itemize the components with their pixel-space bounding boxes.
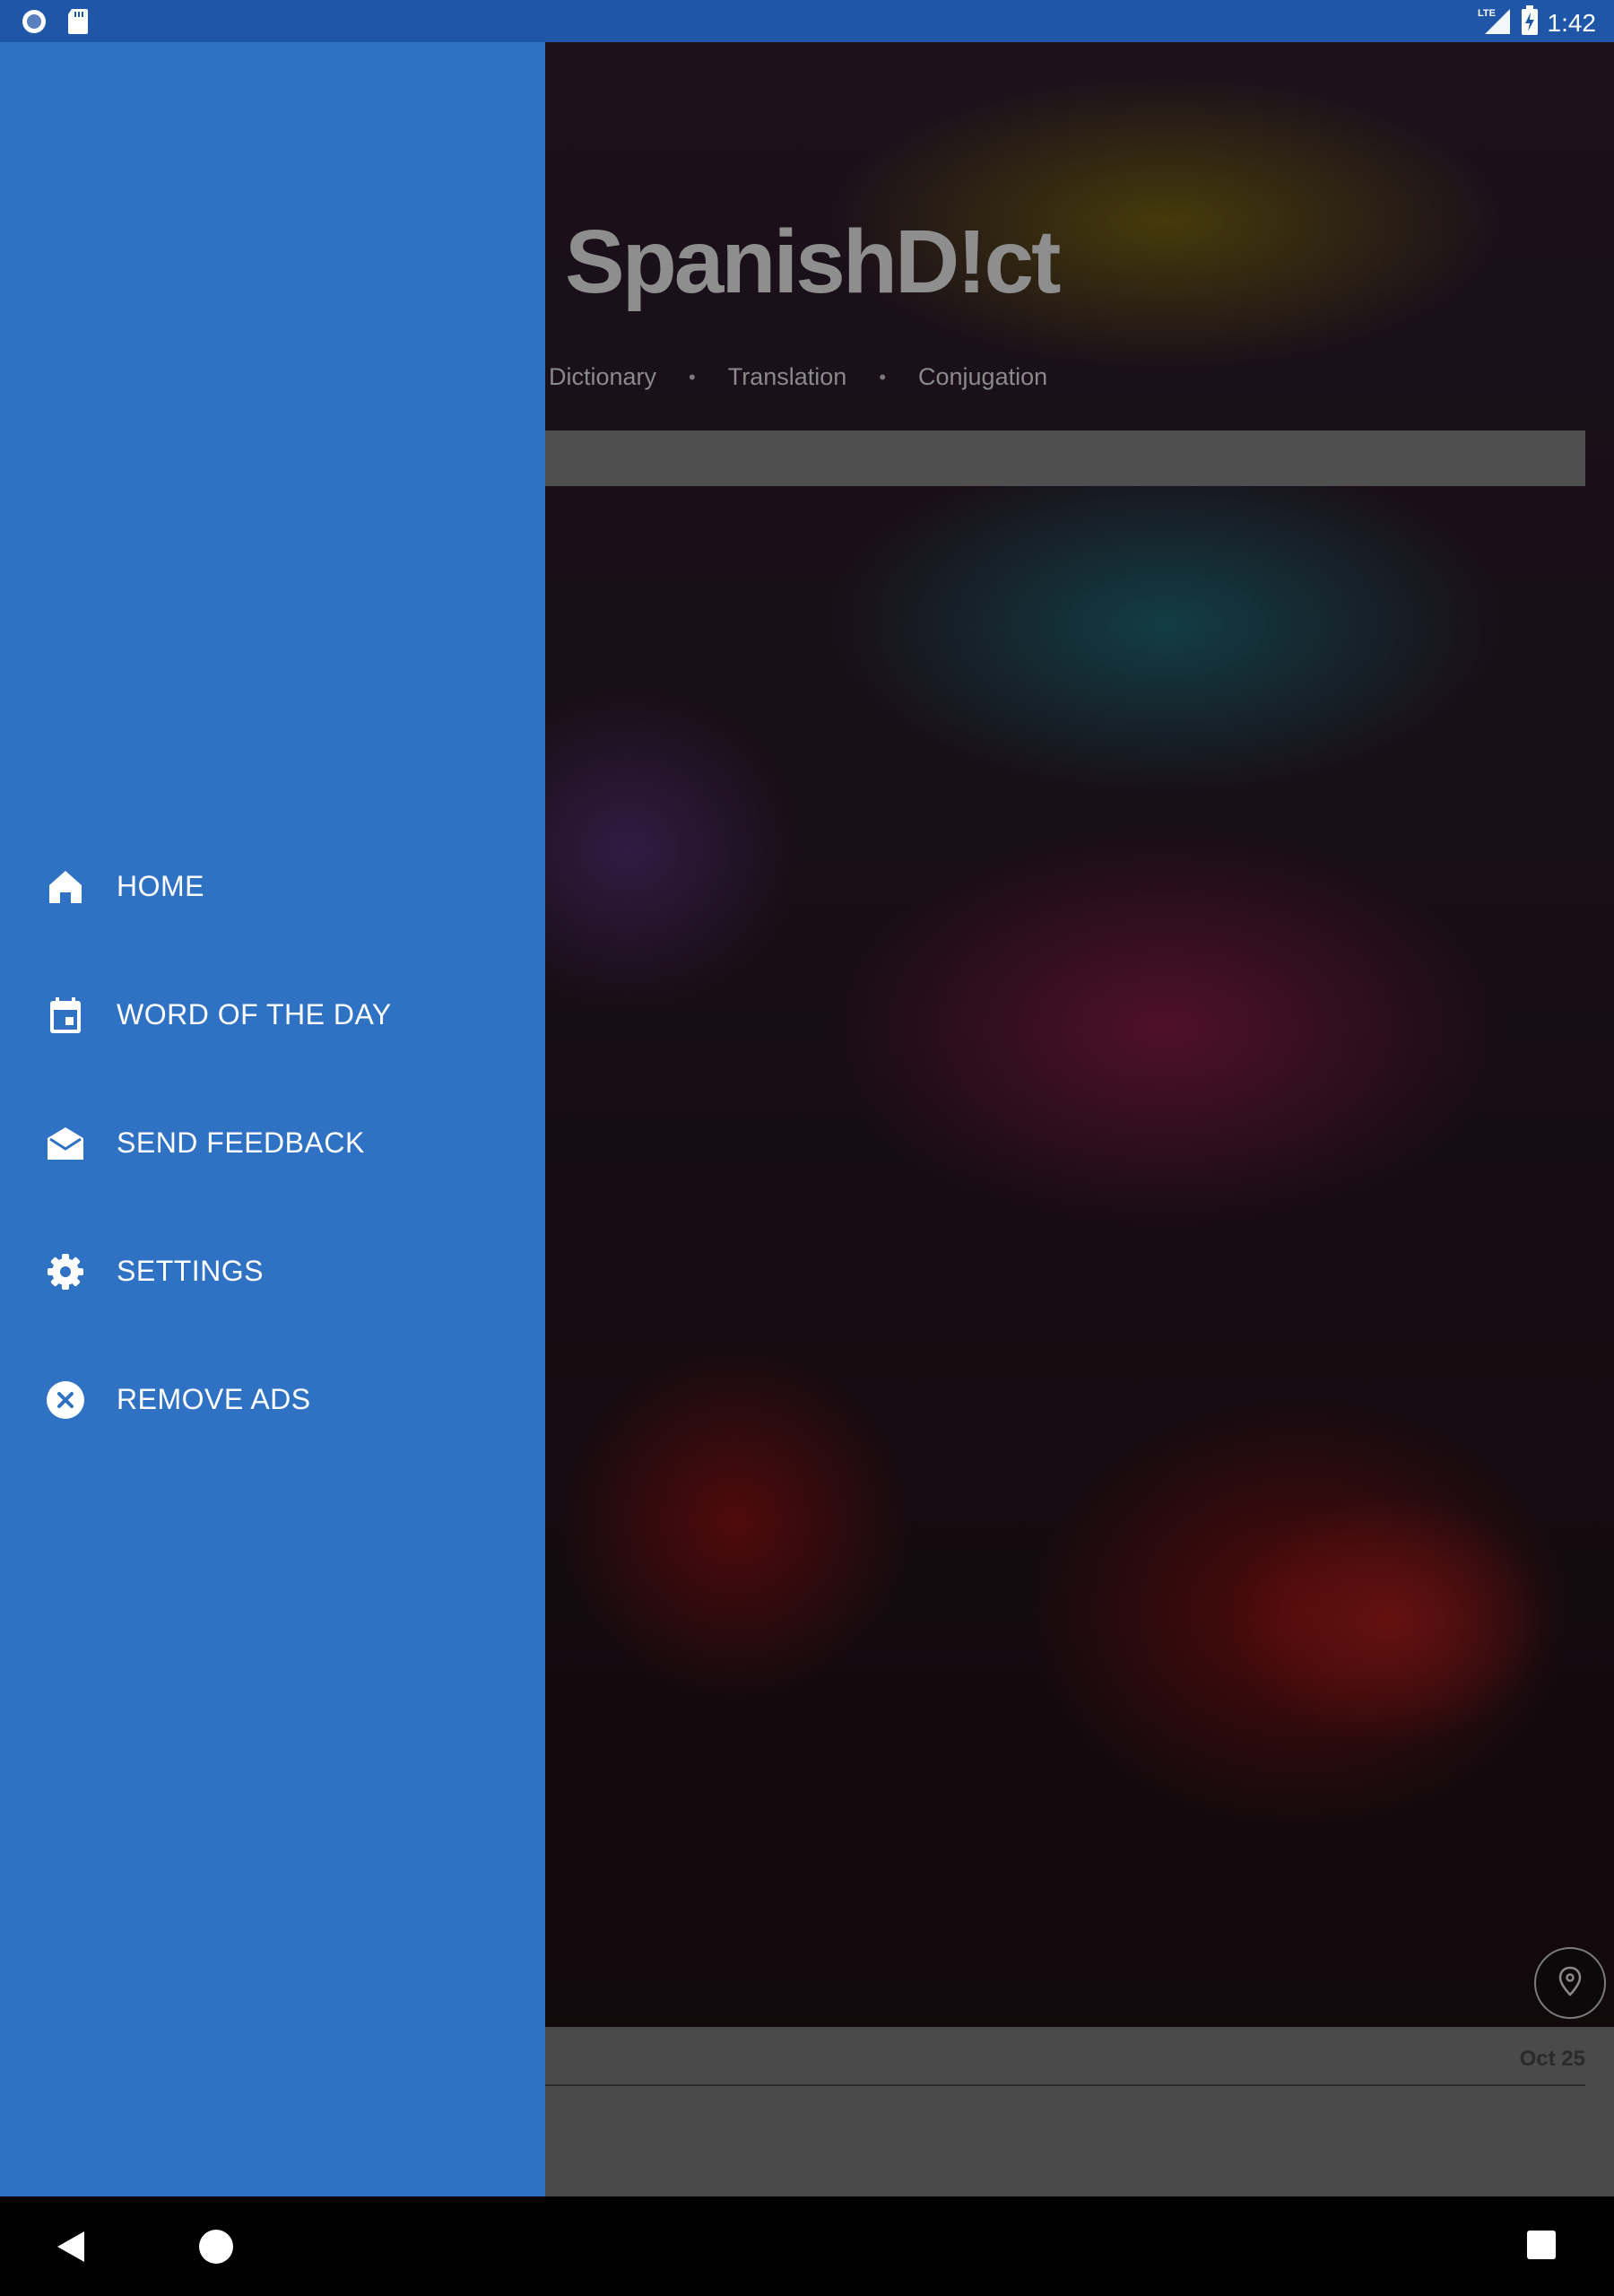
recents-button[interactable] bbox=[1527, 2231, 1556, 2259]
lte-signal-icon: LTE bbox=[1476, 5, 1512, 40]
drawer-item-settings[interactable]: SETTINGS bbox=[0, 1207, 545, 1335]
nav-separator: • bbox=[879, 365, 887, 388]
nav-link-dictionary[interactable]: Dictionary bbox=[549, 363, 656, 391]
header-nav: Dictionary • Translation • Conjugation bbox=[549, 363, 1047, 391]
record-icon bbox=[20, 7, 48, 40]
back-button[interactable] bbox=[56, 2230, 86, 2268]
gear-icon bbox=[45, 1251, 86, 1292]
calendar-icon bbox=[45, 995, 86, 1036]
status-time: 1:42 bbox=[1547, 8, 1597, 37]
nav-link-translation[interactable]: Translation bbox=[728, 363, 847, 391]
drawer-item-label: SETTINGS bbox=[117, 1255, 265, 1287]
nav-separator: • bbox=[689, 365, 696, 388]
nav-link-conjugation[interactable]: Conjugation bbox=[918, 363, 1047, 391]
drawer-item-remove-ads[interactable]: REMOVE ADS bbox=[0, 1335, 545, 1464]
card-date: Oct 25 bbox=[1519, 2047, 1585, 2071]
word-card[interactable]: Oct 25 bbox=[538, 2027, 1614, 2197]
brand-logo: SpanishD!ct bbox=[565, 212, 1061, 312]
navigation-drawer: HOME WORD OF THE DAY SEND FEEDBACK SETTI… bbox=[0, 42, 545, 2196]
drawer-item-label: REMOVE ADS bbox=[117, 1383, 311, 1415]
sd-card-icon bbox=[66, 7, 90, 40]
status-bar: LTE 1:42 bbox=[0, 0, 1614, 42]
location-pin-icon bbox=[1557, 1965, 1584, 2002]
battery-charging-icon bbox=[1521, 5, 1539, 40]
drawer-item-home[interactable]: HOME bbox=[0, 822, 545, 951]
svg-text:LTE: LTE bbox=[1478, 8, 1496, 19]
mail-open-icon bbox=[45, 1123, 86, 1164]
home-icon bbox=[45, 866, 86, 908]
search-input[interactable] bbox=[538, 430, 1585, 486]
close-circle-icon bbox=[45, 1379, 86, 1421]
divider bbox=[538, 2084, 1585, 2086]
system-nav-bar bbox=[0, 2196, 1614, 2296]
drawer-item-label: SEND FEEDBACK bbox=[117, 1126, 365, 1159]
drawer-item-send-feedback[interactable]: SEND FEEDBACK bbox=[0, 1079, 545, 1207]
home-button[interactable] bbox=[199, 2230, 233, 2264]
drawer-menu: HOME WORD OF THE DAY SEND FEEDBACK SETTI… bbox=[0, 822, 545, 1464]
location-button[interactable] bbox=[1534, 1947, 1606, 2019]
drawer-item-word-of-the-day[interactable]: WORD OF THE DAY bbox=[0, 951, 545, 1079]
drawer-item-label: HOME bbox=[117, 870, 204, 902]
drawer-item-label: WORD OF THE DAY bbox=[117, 998, 392, 1031]
